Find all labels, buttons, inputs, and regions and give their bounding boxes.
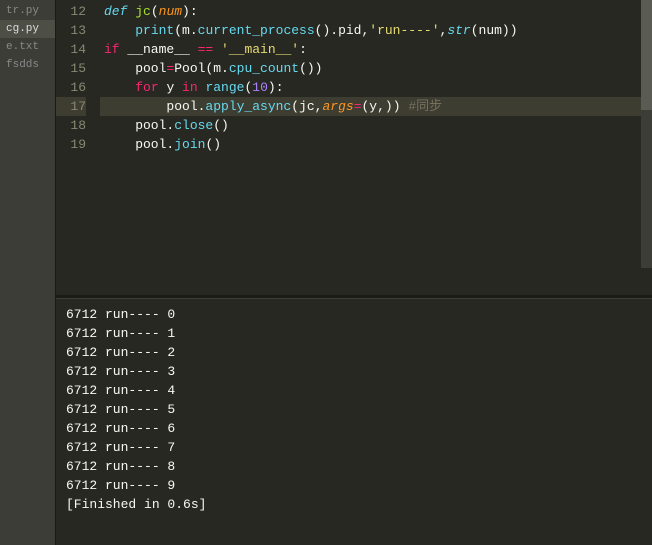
line-number: 12	[56, 2, 86, 21]
line-number: 18	[56, 116, 86, 135]
line-number: 14	[56, 40, 86, 59]
code-line[interactable]: def jc(num):	[100, 2, 652, 21]
file-tab[interactable]: cg.py	[0, 20, 55, 38]
code-line[interactable]: if __name__ == '__main__':	[100, 40, 652, 59]
code-line[interactable]: pool.join()	[100, 135, 652, 154]
code-line[interactable]: for y in range(10):	[100, 78, 652, 97]
scrollbar-thumb[interactable]	[641, 0, 652, 110]
output-console[interactable]: 6712 run---- 0 6712 run---- 1 6712 run--…	[56, 298, 652, 545]
editor-scrollbar[interactable]	[641, 0, 652, 268]
file-tab[interactable]: fsdds	[0, 56, 55, 74]
code-line[interactable]: print(m.current_process().pid,'run----',…	[100, 21, 652, 40]
code-editor[interactable]: 1213141516171819 def jc(num): print(m.cu…	[56, 0, 652, 295]
code-content[interactable]: def jc(num): print(m.current_process().p…	[100, 0, 652, 295]
line-number: 16	[56, 78, 86, 97]
main-area: 1213141516171819 def jc(num): print(m.cu…	[56, 0, 652, 545]
code-line[interactable]: pool.apply_async(jc,args=(y,)) #同步	[100, 97, 652, 116]
line-number: 19	[56, 135, 86, 154]
line-number-gutter: 1213141516171819	[56, 0, 100, 295]
file-tabs-sidebar: tr.pycg.pye.txtfsdds	[0, 0, 56, 545]
code-line[interactable]: pool.close()	[100, 116, 652, 135]
code-line[interactable]: pool=Pool(m.cpu_count())	[100, 59, 652, 78]
line-number: 13	[56, 21, 86, 40]
line-number: 17	[56, 97, 86, 116]
file-tab[interactable]: e.txt	[0, 38, 55, 56]
line-number: 15	[56, 59, 86, 78]
file-tab[interactable]: tr.py	[0, 2, 55, 20]
